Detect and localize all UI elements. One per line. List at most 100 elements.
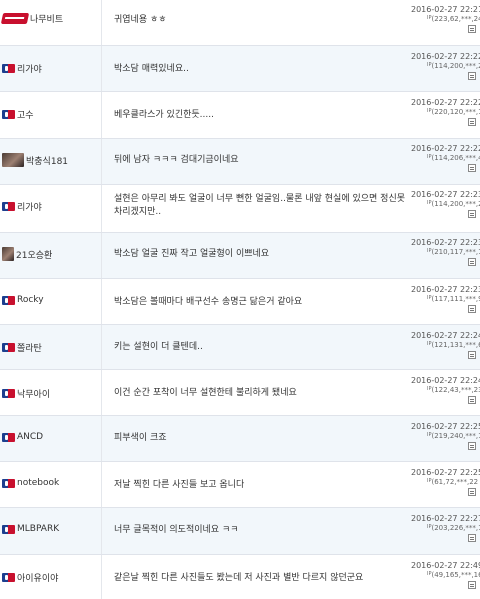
mlb-logo-icon xyxy=(2,524,15,534)
delete-icon[interactable] xyxy=(468,442,476,450)
column-divider xyxy=(101,92,102,138)
delete-icon[interactable] xyxy=(468,488,476,496)
mlb-logo-icon xyxy=(2,573,15,582)
comment-meta: 2016-02-27 22:23:2 IP(210,117,***,1 xyxy=(411,238,480,266)
column-divider xyxy=(101,325,102,369)
delete-icon[interactable] xyxy=(468,118,476,126)
ip-address: IP(121,131,***,6 xyxy=(411,341,480,349)
comment-row: 나무비트 귀엽네용 ㅎㅎ 2016-02-27 22:21:5 IP(223,6… xyxy=(0,0,480,46)
comment-row: 박충식181 뒤에 남자 ㅋㅋㅋ 검대기금이네요 2016-02-27 22:2… xyxy=(0,139,480,185)
nickname-text: 나무비트 xyxy=(30,15,64,25)
comment-row: 리가야 설현은 아무리 봐도 얼굴이 너무 뻔한 얼굴임..물론 내앞 현실에 … xyxy=(0,185,480,233)
comment-date: 2016-02-27 22:25:2 xyxy=(411,468,480,477)
ip-address: IP(223,62,***,24 xyxy=(411,15,480,23)
delete-icon[interactable] xyxy=(468,25,476,33)
column-divider xyxy=(101,416,102,461)
comment-date: 2016-02-27 22:23:2 xyxy=(411,238,480,247)
comment-text: 이건 순간 포착이 너무 설현한테 불리하게 됐네요 xyxy=(114,388,297,398)
ip-address: IP(114,200,***,21 xyxy=(411,62,480,70)
column-divider xyxy=(101,0,102,45)
nickname[interactable]: 아이유이야 xyxy=(2,571,98,584)
nickname[interactable]: 리가야 xyxy=(2,200,98,213)
comment-row: Rocky 박소담은 볼때마다 배구선수 송명근 닮은거 같아요 2016-02… xyxy=(0,279,480,325)
delete-icon[interactable] xyxy=(468,581,476,589)
comment-row: 낙무아이 이건 순간 포착이 너무 설현한테 불리하게 됐네요 2016-02-… xyxy=(0,370,480,416)
comment-date: 2016-02-27 22:23:1 xyxy=(411,190,480,199)
nickname[interactable]: 쫄라탄 xyxy=(2,341,98,354)
mlb-logo-icon xyxy=(2,478,15,488)
comment-row: ANCD 피부색이 크죠 2016-02-27 22:25:0 IP(219,2… xyxy=(0,416,480,462)
comment-meta: 2016-02-27 22:25:2 IP(61,72,***,22 xyxy=(411,468,480,496)
delete-icon[interactable] xyxy=(468,258,476,266)
mlb-logo-icon xyxy=(2,343,15,352)
nickname-text: Rocky xyxy=(17,295,44,305)
ip-address: IP(220,120,***,1 xyxy=(411,108,480,116)
delete-icon[interactable] xyxy=(468,534,476,542)
comment-text: 피부색이 크죠 xyxy=(114,433,167,443)
nickname-text: MLBPARK xyxy=(17,524,60,534)
nickname[interactable]: MLBPARK xyxy=(2,524,98,534)
comment-meta: 2016-02-27 22:23:1 IP(114,200,***,21 xyxy=(411,190,480,218)
delete-icon[interactable] xyxy=(468,210,476,218)
column-divider xyxy=(101,233,102,278)
comment-meta: 2016-02-27 22:22:4 IP(114,206,***,4 xyxy=(411,144,480,172)
comment-text: 키는 설현이 더 클텐데.. xyxy=(114,342,203,352)
ip-address: IP(219,240,***,14 xyxy=(411,432,480,440)
column-divider xyxy=(101,370,102,415)
nickname-text: 고수 xyxy=(17,111,34,121)
ip-address: IP(203,226,***,12 xyxy=(411,524,480,532)
nickname[interactable]: ANCD xyxy=(2,432,98,442)
comment-date: 2016-02-27 22:27:5 xyxy=(411,514,480,523)
nickname[interactable]: 박충식181 xyxy=(2,153,98,167)
comment-date: 2016-02-27 22:21:5 xyxy=(411,5,480,14)
comment-text: 설현은 아무리 봐도 얼굴이 너무 뻔한 얼굴임..물론 내앞 현실에 있으면 … xyxy=(114,194,406,217)
ip-address: IP(49,165,***,16 xyxy=(411,571,480,579)
nickname[interactable]: 낙무아이 xyxy=(2,387,98,400)
comment-text: 저날 찍힌 다른 사진들 보고 옵니다 xyxy=(114,480,245,490)
comment-text: 너무 글목적이 의도적이네요 ㅋㅋ xyxy=(114,525,239,535)
nickname-text: 쫄라탄 xyxy=(17,344,42,354)
delete-icon[interactable] xyxy=(468,305,476,313)
delete-icon[interactable] xyxy=(468,351,476,359)
comment-meta: 2016-02-27 22:27:5 IP(203,226,***,12 xyxy=(411,514,480,542)
nickname[interactable]: notebook xyxy=(2,478,98,488)
nickname-text: notebook xyxy=(17,478,60,488)
comment-date: 2016-02-27 22:22:4 xyxy=(411,144,480,153)
column-divider xyxy=(101,555,102,599)
nickname[interactable]: 고수 xyxy=(2,108,98,121)
nickname-text: ANCD xyxy=(17,432,44,442)
nickname-text: 박충식181 xyxy=(26,156,69,167)
ip-address: IP(114,206,***,4 xyxy=(411,154,480,162)
comment-row: 쫄라탄 키는 설현이 더 클텐데.. 2016-02-27 22:24:0 IP… xyxy=(0,325,480,370)
comment-row: 아이유이야 같은날 찍힌 다른 사진들도 봤는데 저 사진과 별반 다르지 않던… xyxy=(0,555,480,599)
ip-value: (49,165,***,16 xyxy=(431,571,480,579)
nickname[interactable]: 리가야 xyxy=(2,62,98,75)
comment-text: 박소담 매력있네요.. xyxy=(114,64,189,74)
comment-text: 박소담 얼굴 진짜 작고 얼굴형이 이쁘네요 xyxy=(114,249,270,259)
comment-date: 2016-02-27 22:24:2 xyxy=(411,376,480,385)
delete-icon[interactable] xyxy=(468,72,476,80)
mlb-logo-icon xyxy=(2,110,15,119)
column-divider xyxy=(101,462,102,507)
comment-text: 뒤에 남자 ㅋㅋㅋ 검대기금이네요 xyxy=(114,155,239,165)
column-divider xyxy=(101,185,102,232)
comment-text: 베우클라스가 있긴한듯..... xyxy=(114,110,214,120)
delete-icon[interactable] xyxy=(468,164,476,172)
comment-row: notebook 저날 찍힌 다른 사진들 보고 옵니다 2016-02-27 … xyxy=(0,462,480,508)
ip-value: (223,62,***,24 xyxy=(431,15,480,23)
comment-meta: 2016-02-27 22:22:3 IP(220,120,***,1 xyxy=(411,98,480,126)
comment-meta: 2016-02-27 22:22:3 IP(114,200,***,21 xyxy=(411,52,480,80)
comment-meta: 2016-02-27 22:25:0 IP(219,240,***,14 xyxy=(411,422,480,450)
comment-row: 고수 베우클라스가 있긴한듯..... 2016-02-27 22:22:3 I… xyxy=(0,92,480,139)
avatar xyxy=(2,247,14,261)
nickname[interactable]: 21오승환 xyxy=(2,247,98,261)
nickname[interactable]: 나무비트 xyxy=(0,12,98,25)
comment-date: 2016-02-27 22:22:3 xyxy=(411,98,480,107)
comment-date: 2016-02-27 22:49:4 xyxy=(411,561,480,570)
mlb-logo-icon xyxy=(2,64,15,73)
nickname[interactable]: Rocky xyxy=(2,295,98,305)
ip-value: (114,200,***,21 xyxy=(431,62,480,70)
delete-icon[interactable] xyxy=(468,396,476,404)
comment-date: 2016-02-27 22:22:3 xyxy=(411,52,480,61)
ip-address: IP(61,72,***,22 xyxy=(411,478,480,486)
